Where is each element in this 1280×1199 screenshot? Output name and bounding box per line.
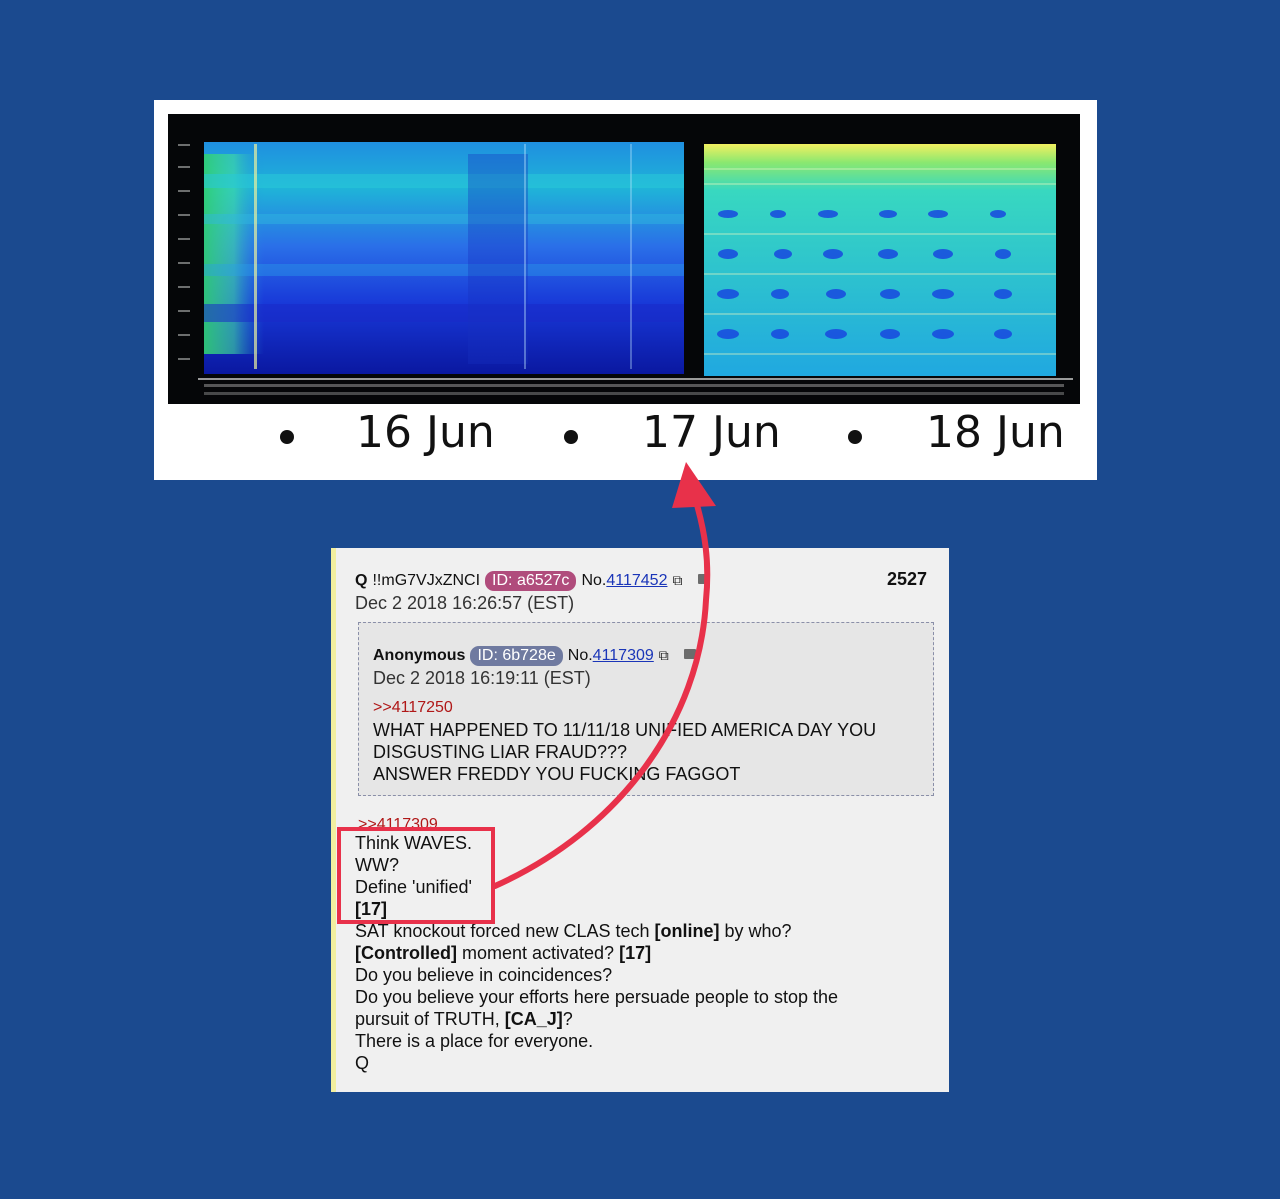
annotation-arrow [492,462,716,889]
arrow-head-icon [672,462,716,508]
